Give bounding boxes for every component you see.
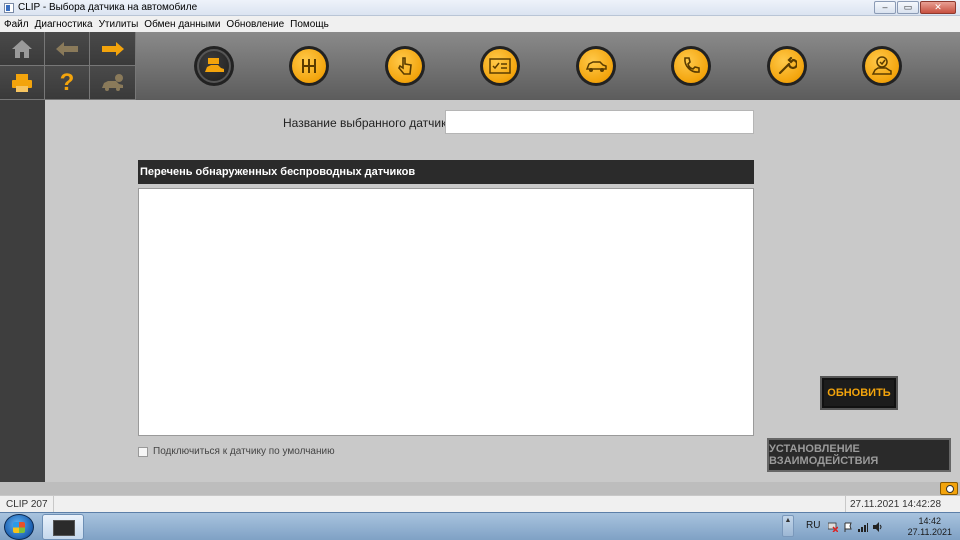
help-button[interactable]: ? [45,66,90,100]
bottom-strip [0,482,960,495]
title-bar: CLIP - Выбора датчика на автомобиле – ▭ … [0,0,960,16]
menu-diagnostics[interactable]: Диагностика [35,19,93,30]
sensor-vehicle-icon [205,58,224,72]
signal-icon[interactable] [858,522,868,532]
tray-clock[interactable]: 14:42 27.11.2021 [908,516,952,538]
status-datetime: 27.11.2021 14:42:28 [845,496,960,513]
touch-icon [398,57,412,75]
network-error-icon[interactable] [828,522,838,532]
taskbar-app-clip[interactable] [42,514,84,540]
flag-icon[interactable] [843,522,853,532]
phone-icon [684,57,700,73]
sensor-list[interactable] [138,188,754,436]
sensor-name-field[interactable] [445,110,754,134]
left-sidebar [0,100,45,482]
close-button[interactable]: ✕ [920,1,956,14]
menu-bar: Файл Диагностика Утилиты Обмен данными О… [0,16,960,32]
nav-grid: ? [0,32,136,100]
car-top-icon [585,61,607,72]
system-tray: ▲ RU 14:42 27.11.2021 [780,513,960,540]
connect-button[interactable]: УСТАНОВЛЕНИЕ ВЗАИМОДЕЙСТВИЯ [767,438,951,472]
tool-touch[interactable] [385,46,425,86]
tool-car-top[interactable] [576,46,616,86]
tool-sensor-vehicle[interactable] [194,46,234,86]
menu-data-exchange[interactable]: Обмен данными [144,19,220,30]
vehicle-check-icon [871,56,892,75]
main-panel: Название выбранного датчика Перечень обн… [45,100,960,482]
language-indicator[interactable]: RU [806,520,820,531]
menu-utilities[interactable]: Утилиты [99,19,139,30]
tool-checklist[interactable] [480,46,520,86]
forward-arrow-icon [101,41,124,56]
forward-button[interactable] [90,32,136,66]
vehicle-alert-icon [101,73,123,91]
help-icon: ? [59,68,75,96]
tray-expand-icon[interactable]: ▲ [782,515,794,537]
wrench-icon [778,56,797,75]
clock-time: 14:42 [918,516,942,526]
toolbar: ? [0,32,960,100]
default-connect-option[interactable]: Подключиться к датчику по умолчанию [138,446,335,457]
clock-date: 27.11.2021 [907,527,952,537]
window-title: CLIP - Выбора датчика на автомобиле [18,2,198,13]
tray-icons [828,522,883,532]
menu-help[interactable]: Помощь [290,19,329,30]
back-arrow-icon [56,41,78,56]
app-icon [4,2,14,13]
window-controls: – ▭ ✕ [874,1,956,14]
tool-vehicle-check[interactable] [862,46,902,86]
status-version: CLIP 207 [0,496,54,513]
refresh-button[interactable]: ОБНОВИТЬ [820,376,898,410]
print-button[interactable] [0,66,45,100]
menu-update[interactable]: Обновление [226,19,284,30]
camera-icon[interactable] [940,482,958,495]
start-button[interactable] [4,514,34,540]
taskbar: ▲ RU 14:42 27.11.2021 [0,512,960,540]
menu-file[interactable]: Файл [4,19,29,30]
default-connect-label: Подключиться к датчику по умолчанию [153,446,335,457]
gearbox-icon [302,59,316,73]
default-connect-checkbox[interactable] [138,446,148,457]
sensor-name-label: Название выбранного датчика [283,116,454,130]
tool-gearbox[interactable] [289,46,329,86]
home-icon [12,39,32,58]
sensor-list-header: Перечень обнаруженных беспроводных датчи… [138,160,754,184]
volume-icon[interactable] [873,522,883,532]
print-icon [12,73,32,92]
tool-wrench[interactable] [767,46,807,86]
back-button[interactable] [45,32,90,66]
checklist-icon [489,58,511,74]
status-bar: CLIP 207 27.11.2021 14:42:28 [0,495,960,513]
tool-icons [136,32,960,100]
maximize-button[interactable]: ▭ [897,1,919,14]
tool-phone[interactable] [671,46,711,86]
vehicle-alert-button[interactable] [90,66,136,100]
minimize-button[interactable]: – [874,1,896,14]
home-button[interactable] [0,32,45,66]
